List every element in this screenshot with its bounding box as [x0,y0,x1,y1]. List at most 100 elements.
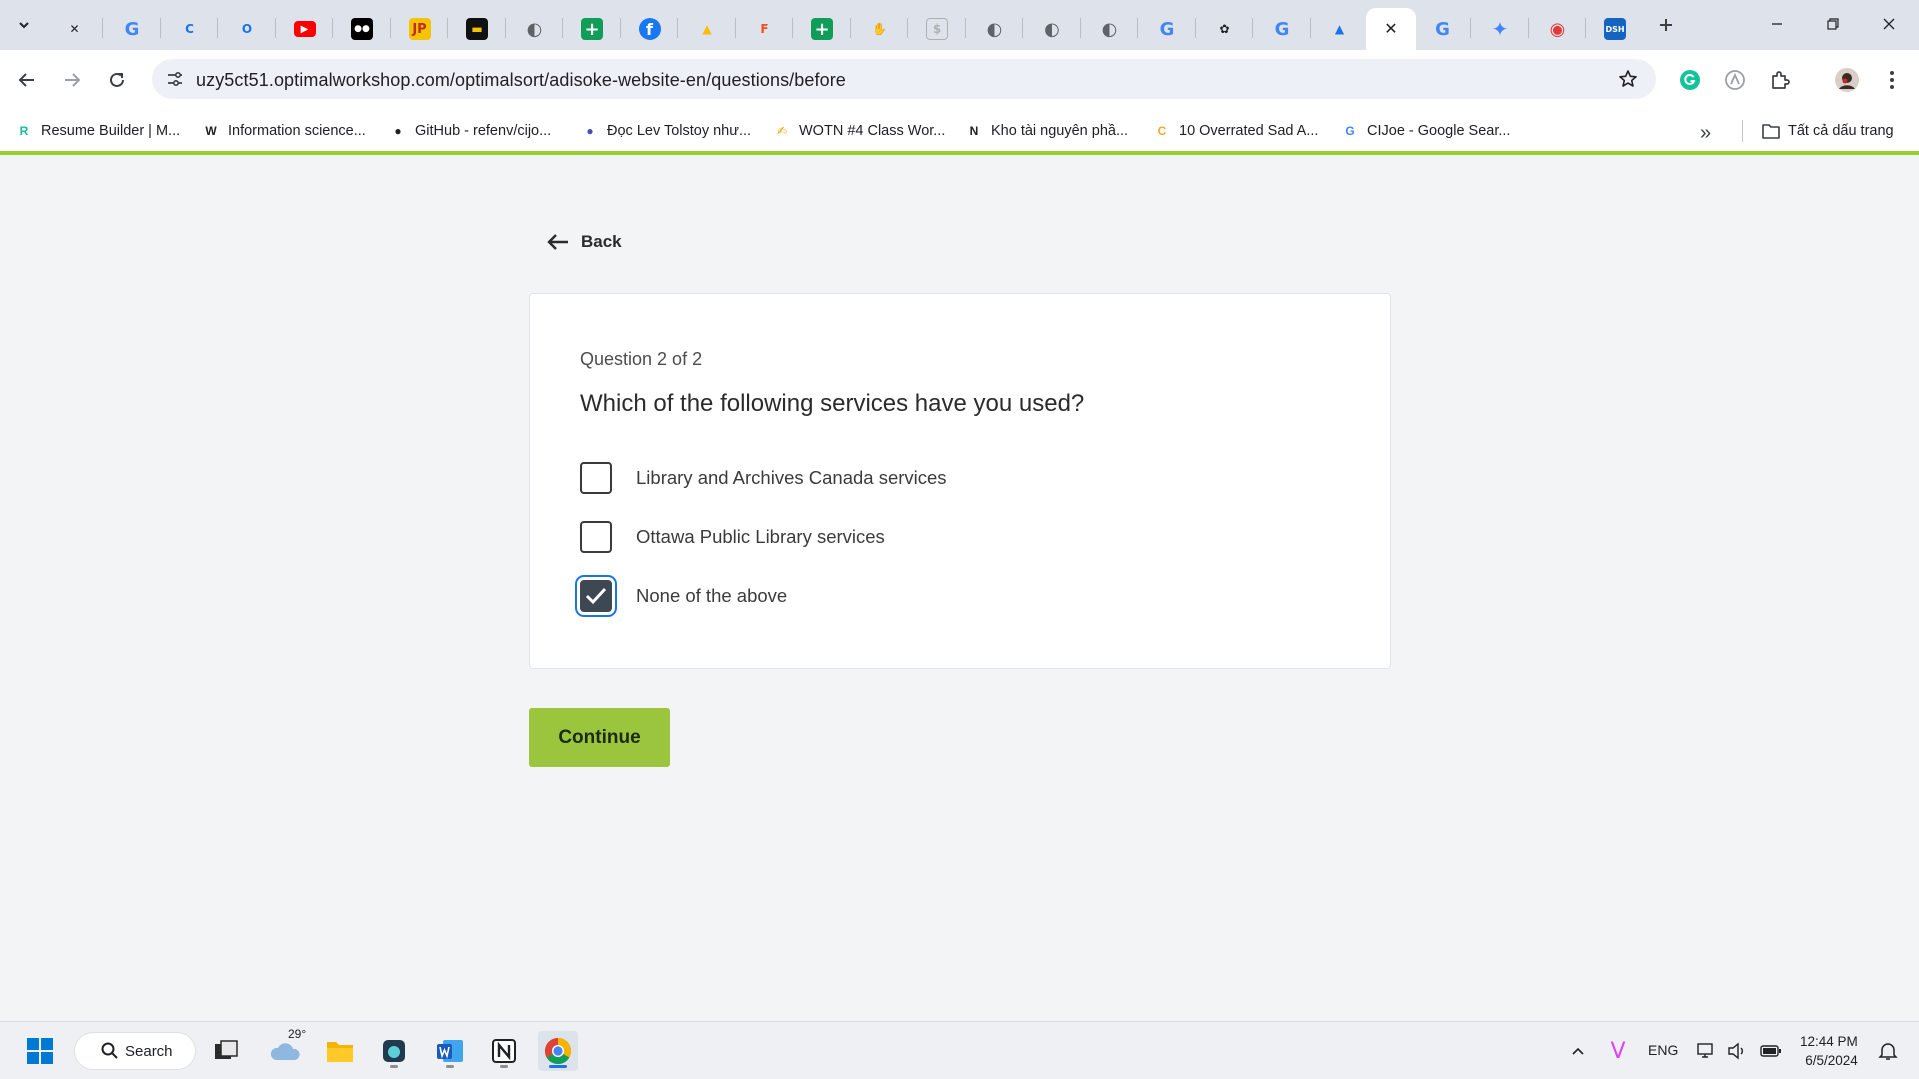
option-row[interactable]: Ottawa Public Library services [580,520,885,554]
bookmark-item[interactable]: G CIJoe - Google Sear... [1341,119,1510,143]
browser-tab[interactable]: ◐ [966,8,1023,50]
task-view-button[interactable] [206,1031,246,1071]
bookmark-item[interactable]: ● GitHub - refenv/cijo... [389,119,551,143]
browser-tab[interactable]: ▬ [449,8,506,50]
bookmark-label: Đọc Lev Tolstoy như... [607,123,752,139]
chrome-icon [544,1037,572,1065]
option-label: None of the above [636,585,788,606]
bookmark-item[interactable]: ✍ WOTN #4 Class Wor... [773,119,945,143]
browser-tab[interactable]: ●● [334,8,391,50]
windows-logo-icon [27,1038,53,1064]
back-label: Back [581,232,622,251]
browser-tab[interactable]: ◐ [1024,8,1081,50]
start-button[interactable] [20,1031,60,1071]
browser-tab[interactable]: + [564,8,621,50]
battery-icon[interactable] [1756,1031,1786,1071]
all-bookmarks-label: Tất cả dấu trang [1788,123,1894,139]
windows-taskbar: Search 29° V ENG 12:44 PM 6/5/2024 [0,1021,1919,1079]
browser-tab[interactable]: ✋ [851,8,908,50]
chrome-button[interactable] [538,1031,578,1071]
grammarly-extension-icon[interactable] [1673,63,1707,97]
extension-a-icon[interactable] [1718,63,1752,97]
option-row[interactable]: Library and Archives Canada services [580,461,947,495]
minimize-button[interactable] [1752,8,1802,40]
bookmark-item[interactable]: N Kho tài nguyên phầ... [965,119,1128,143]
browser-tab[interactable]: G [1414,8,1471,50]
bookmark-label: Resume Builder | M... [41,123,181,139]
browser-tab[interactable]: JP [391,8,448,50]
browser-tab[interactable]: G [1139,8,1196,50]
weather-widget[interactable]: 29° [266,1027,306,1071]
bookmark-item[interactable]: C 10 Overrated Sad A... [1153,119,1319,143]
browser-menu-icon[interactable] [1875,63,1909,97]
google-icon: G [124,18,140,40]
close-tab-icon[interactable]: ✕ [1384,19,1397,39]
extensions-puzzle-icon[interactable] [1763,63,1797,97]
bookmark-star-icon[interactable] [1616,67,1640,91]
browser-tab[interactable]: f [621,8,678,50]
network-icon[interactable] [1692,1031,1722,1071]
reload-button[interactable] [100,63,134,97]
google-icon-2: G [1159,18,1175,40]
show-hidden-icons-button[interactable] [1558,1031,1598,1071]
bookmark-item[interactable]: W Information science... [202,119,366,143]
browser-tab[interactable]: ✦ [1472,8,1529,50]
back-nav-button[interactable] [10,63,44,97]
browser-tab[interactable]: ◐ [1081,8,1138,50]
bookmark-label: Information science... [228,123,366,139]
sheets-icon: + [581,18,603,40]
checkbox[interactable] [580,521,612,553]
globe-icon: ◐ [526,18,543,40]
bookmark-item[interactable]: R Resume Builder | M... [15,119,181,143]
site-info-icon[interactable] [162,66,188,92]
browser-tab[interactable]: F [736,8,793,50]
volume-icon[interactable] [1722,1031,1752,1071]
all-bookmarks-button[interactable]: Tất cả dấu trang [1762,119,1894,143]
url-text[interactable]: uzy5ct51.optimalworkshop.com/optimalsort… [196,70,846,91]
bookmark-label: CIJoe - Google Sear... [1367,123,1511,139]
checkbox[interactable] [580,462,612,494]
browser-tab[interactable]: DSH [1587,8,1644,50]
address-bar[interactable]: uzy5ct51.optimalworkshop.com/optimalsort… [152,59,1656,99]
continue-button[interactable]: Continue [529,708,670,767]
browser-tab[interactable]: + [794,8,851,50]
browser-tab[interactable]: ◐ [506,8,563,50]
new-tab-button[interactable] [1651,10,1681,40]
browser-tab[interactable]: ◉ [1529,8,1586,50]
close-window-button[interactable] [1864,8,1914,40]
word-button[interactable] [430,1031,470,1071]
notion-button[interactable] [484,1031,524,1071]
bookmark-item[interactable]: ● Đọc Lev Tolstoy như... [581,119,751,143]
profile-avatar[interactable] [1830,63,1864,97]
clock[interactable]: 12:44 PM 6/5/2024 [1800,1032,1858,1070]
browser-tab[interactable]: C [161,8,218,50]
word-icon [437,1040,463,1062]
tab-search-button[interactable] [10,12,38,38]
tray-app-v-icon[interactable]: V [1598,1031,1638,1071]
taskbar-search[interactable]: Search [74,1032,196,1070]
browser-tab[interactable]: G [1254,8,1311,50]
survey-page: Back Question 2 of 2 Which of the follow… [0,155,1919,1021]
restore-button[interactable] [1808,8,1858,40]
more-bookmarks-icon[interactable]: » [1700,122,1711,145]
browser-tab[interactable]: $ [909,8,966,50]
browser-tab[interactable]: ▲ [679,8,736,50]
browser-tab[interactable]: O [219,8,276,50]
browser-tab[interactable]: ✕ [46,8,103,50]
notifications-icon[interactable] [1870,1031,1906,1071]
file-explorer-button[interactable] [320,1031,360,1071]
active-tab[interactable]: ✕ [1366,8,1416,50]
app-teal-button[interactable] [374,1031,414,1071]
browser-tab[interactable]: ▶ [276,8,333,50]
option-row[interactable]: None of the above [580,579,787,613]
browser-tab[interactable]: ▲ [1311,8,1368,50]
browser-tab[interactable]: ✿ [1196,8,1253,50]
github-icon: ● [394,124,402,138]
checkbox-checked[interactable] [580,580,612,612]
forward-nav-button[interactable] [55,63,89,97]
language-indicator[interactable]: ENG [1648,1042,1678,1058]
dsh-icon: DSH [1604,18,1626,40]
browser-tab[interactable]: G [104,8,161,50]
back-link[interactable]: Back [545,229,622,255]
question-counter: Question 2 of 2 [580,349,703,369]
